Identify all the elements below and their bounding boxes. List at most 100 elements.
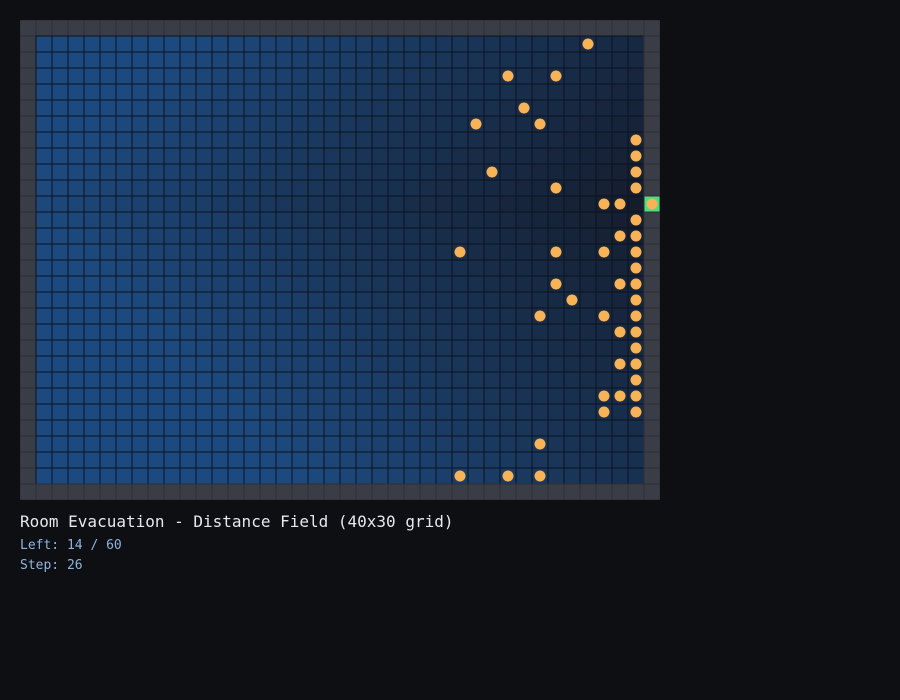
floor-cell xyxy=(339,371,357,389)
floor-cell xyxy=(115,355,133,373)
floor-cell xyxy=(435,163,453,181)
floor-cell xyxy=(355,419,373,437)
floor-cell xyxy=(275,291,293,309)
wall-cell xyxy=(643,355,660,373)
floor-cell xyxy=(163,355,181,373)
agent xyxy=(502,70,514,82)
floor-cell xyxy=(307,131,325,149)
floor-cell xyxy=(371,371,389,389)
floor-cell xyxy=(627,83,645,101)
floor-cell xyxy=(243,291,261,309)
floor-cell xyxy=(563,387,581,405)
floor-cell xyxy=(307,227,325,245)
floor-cell xyxy=(291,323,309,341)
floor-cell xyxy=(323,275,341,293)
agent xyxy=(630,230,642,242)
floor-cell xyxy=(275,259,293,277)
floor-cell xyxy=(531,323,549,341)
floor-cell xyxy=(547,35,565,53)
floor-cell xyxy=(579,99,597,117)
floor-cell xyxy=(211,147,229,165)
floor-cell xyxy=(131,467,149,485)
floor-cell xyxy=(547,163,565,181)
floor-cell xyxy=(515,371,533,389)
floor-cell xyxy=(595,275,613,293)
floor-cell xyxy=(371,435,389,453)
floor-cell xyxy=(51,99,69,117)
floor-cell xyxy=(595,227,613,245)
floor-cell xyxy=(371,227,389,245)
floor-cell xyxy=(227,163,245,181)
floor-cell xyxy=(483,435,501,453)
floor-cell xyxy=(563,435,581,453)
wall-cell xyxy=(611,20,629,37)
floor-cell xyxy=(419,387,437,405)
floor-cell xyxy=(243,195,261,213)
floor-cell xyxy=(83,403,101,421)
floor-cell xyxy=(99,227,117,245)
floor-cell xyxy=(355,163,373,181)
floor-cell xyxy=(163,67,181,85)
floor-cell xyxy=(419,451,437,469)
wall-cell xyxy=(20,355,37,373)
floor-cell xyxy=(67,51,85,69)
floor-cell xyxy=(515,51,533,69)
floor-cell xyxy=(371,83,389,101)
wall-cell xyxy=(20,467,37,485)
floor-cell xyxy=(323,435,341,453)
floor-cell xyxy=(211,83,229,101)
floor-cell xyxy=(515,163,533,181)
floor-cell xyxy=(467,67,485,85)
floor-cell xyxy=(115,323,133,341)
floor-cell xyxy=(99,323,117,341)
floor-cell xyxy=(83,419,101,437)
wall-cell xyxy=(67,20,85,37)
floor-cell xyxy=(627,435,645,453)
wall-cell xyxy=(99,483,117,500)
floor-cell xyxy=(227,467,245,485)
floor-cell xyxy=(275,419,293,437)
floor-cell xyxy=(67,355,85,373)
floor-cell xyxy=(275,323,293,341)
floor-cell xyxy=(211,371,229,389)
floor-cell xyxy=(611,467,629,485)
floor-cell xyxy=(483,83,501,101)
floor-cell xyxy=(131,371,149,389)
floor-cell xyxy=(259,451,277,469)
floor-cell xyxy=(227,67,245,85)
wall-cell xyxy=(259,483,277,500)
floor-cell xyxy=(227,403,245,421)
floor-cell xyxy=(307,275,325,293)
floor-cell xyxy=(147,227,165,245)
floor-cell xyxy=(259,307,277,325)
floor-cell xyxy=(595,35,613,53)
floor-cell xyxy=(355,387,373,405)
floor-cell xyxy=(515,323,533,341)
wall-cell xyxy=(323,483,341,500)
wall-cell xyxy=(643,275,660,293)
floor-cell xyxy=(35,99,53,117)
floor-cell xyxy=(35,307,53,325)
floor-cell xyxy=(259,147,277,165)
wall-cell xyxy=(243,483,261,500)
floor-cell xyxy=(371,195,389,213)
floor-cell xyxy=(163,179,181,197)
floor-cell xyxy=(131,51,149,69)
floor-cell xyxy=(355,35,373,53)
floor-cell xyxy=(419,355,437,373)
floor-cell xyxy=(467,323,485,341)
floor-cell xyxy=(179,259,197,277)
floor-cell xyxy=(243,467,261,485)
floor-cell xyxy=(371,67,389,85)
floor-cell xyxy=(627,99,645,117)
floor-cell xyxy=(387,195,405,213)
wall-cell xyxy=(20,35,37,53)
wall-cell xyxy=(51,483,69,500)
wall-cell xyxy=(643,51,660,69)
floor-cell xyxy=(195,243,213,261)
floor-cell xyxy=(435,259,453,277)
floor-cell xyxy=(259,387,277,405)
floor-cell xyxy=(483,51,501,69)
floor-cell xyxy=(339,83,357,101)
floor-cell xyxy=(243,435,261,453)
